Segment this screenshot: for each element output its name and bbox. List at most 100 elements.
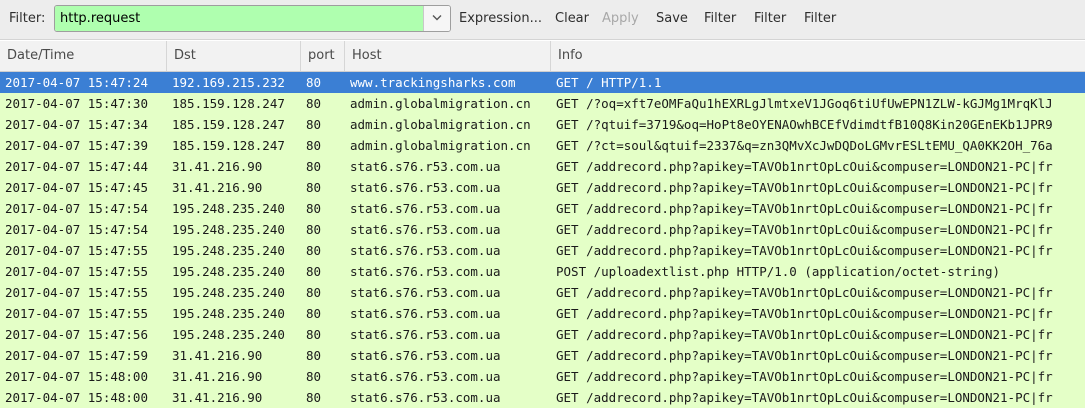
cell-dst: 195.248.235.240: [172, 243, 285, 258]
table-row[interactable]: 2017-04-07 15:47:55 195.248.235.240 80 stat…: [0, 282, 1085, 303]
table-row[interactable]: 2017-04-07 15:47:55 195.248.235.240 80 stat…: [0, 240, 1085, 261]
table-row[interactable]: 2017-04-07 15:47:45 31.41.216.90 80 stat6.s…: [0, 177, 1085, 198]
display-filter-toolbar: Filter: Expression... Clear Apply Save F…: [0, 0, 1085, 40]
column-header-host[interactable]: Host: [345, 41, 551, 71]
cell-dst: 195.248.235.240: [172, 285, 285, 300]
cell-port: 80: [306, 243, 322, 258]
cell-info: GET /addrecord.php?apikey=TAVOb1nrtOpLcO…: [556, 159, 1053, 174]
cell-port: 80: [306, 306, 322, 321]
cell-dst: 195.248.235.240: [172, 264, 285, 279]
cell-host: stat6.s76.r53.com.ua: [350, 369, 501, 384]
cell-host: stat6.s76.r53.com.ua: [350, 327, 501, 342]
table-row[interactable]: 2017-04-07 15:47:54 195.248.235.240 80 stat…: [0, 219, 1085, 240]
cell-info: GET /addrecord.php?apikey=TAVOb1nrtOpLcO…: [556, 327, 1053, 342]
filter-history-dropdown[interactable]: [423, 6, 450, 31]
filter-button-1[interactable]: Filter: [704, 11, 736, 26]
column-header-info[interactable]: Info: [551, 41, 1085, 71]
table-row[interactable]: 2017-04-07 15:47:55 195.248.235.240 80 stat…: [0, 261, 1085, 282]
display-filter-input[interactable]: [55, 6, 423, 31]
cell-info: GET /addrecord.php?apikey=TAVOb1nrtOpLcO…: [556, 369, 1053, 384]
cell-info: GET /?oq=xft7eOMFaQu1hEXRLgJlmtxeV1JGoq6…: [556, 96, 1053, 111]
cell-datetime: 2017-04-07 15:47:39: [5, 138, 148, 153]
table-row[interactable]: 2017-04-07 15:48:00 31.41.216.90 80 stat6.s…: [0, 366, 1085, 387]
packet-list-header: Date/Time Dst port Host Info: [0, 41, 1085, 72]
table-row[interactable]: 2017-04-07 15:47:55 195.248.235.240 80 stat…: [0, 303, 1085, 324]
cell-info: GET /addrecord.php?apikey=TAVOb1nrtOpLcO…: [556, 243, 1053, 258]
cell-dst: 195.248.235.240: [172, 222, 285, 237]
filter-button-2[interactable]: Filter: [754, 11, 786, 26]
cell-port: 80: [306, 264, 322, 279]
cell-dst: 185.159.128.247: [172, 117, 285, 132]
cell-info: GET /addrecord.php?apikey=TAVOb1nrtOpLcO…: [556, 180, 1053, 195]
cell-datetime: 2017-04-07 15:47:24: [5, 75, 148, 90]
cell-dst: 31.41.216.90: [172, 369, 263, 384]
cell-host: stat6.s76.r53.com.ua: [350, 201, 501, 216]
chevron-down-icon: [432, 15, 442, 21]
clear-button[interactable]: Clear: [555, 11, 589, 26]
cell-datetime: 2017-04-07 15:47:54: [5, 201, 148, 216]
table-row[interactable]: 2017-04-07 15:47:54 195.248.235.240 80 stat…: [0, 198, 1085, 219]
table-row[interactable]: 2017-04-07 15:47:39 185.159.128.247 80 admi…: [0, 135, 1085, 156]
cell-port: 80: [306, 117, 322, 132]
table-row[interactable]: 2017-04-07 15:47:59 31.41.216.90 80 stat6.s…: [0, 345, 1085, 366]
cell-port: 80: [306, 201, 322, 216]
cell-datetime: 2017-04-07 15:47:55: [5, 306, 148, 321]
table-row[interactable]: 2017-04-07 15:47:44 31.41.216.90 80 stat6.s…: [0, 156, 1085, 177]
column-header-datetime[interactable]: Date/Time: [0, 41, 167, 71]
cell-host: stat6.s76.r53.com.ua: [350, 180, 501, 195]
cell-info: GET /addrecord.php?apikey=TAVOb1nrtOpLcO…: [556, 306, 1053, 321]
cell-port: 80: [306, 96, 322, 111]
cell-info: GET /addrecord.php?apikey=TAVOb1nrtOpLcO…: [556, 222, 1053, 237]
cell-dst: 195.248.235.240: [172, 306, 285, 321]
filter-button-3[interactable]: Filter: [804, 11, 836, 26]
cell-port: 80: [306, 75, 322, 90]
cell-info: GET /?ct=soul&qtuif=2337&q=zn3QMvXcJwDQD…: [556, 138, 1053, 153]
cell-host: www.trackingsharks.com: [350, 75, 516, 90]
table-row[interactable]: 2017-04-07 15:47:56 195.248.235.240 80 stat…: [0, 324, 1085, 345]
table-row-selected[interactable]: 2017-04-07 15:47:24 192.169.215.232 80 www.…: [0, 72, 1085, 93]
expression-button[interactable]: Expression...: [459, 11, 542, 26]
cell-port: 80: [306, 369, 322, 384]
cell-port: 80: [306, 159, 322, 174]
cell-host: stat6.s76.r53.com.ua: [350, 306, 501, 321]
cell-port: 80: [306, 222, 322, 237]
cell-datetime: 2017-04-07 15:47:44: [5, 159, 148, 174]
column-header-dst[interactable]: Dst: [167, 41, 301, 71]
table-row[interactable]: 2017-04-07 15:48:00 31.41.216.90 80 stat6.s…: [0, 387, 1085, 408]
cell-dst: 31.41.216.90: [172, 390, 263, 405]
cell-datetime: 2017-04-07 15:47:55: [5, 264, 148, 279]
cell-host: admin.globalmigration.cn: [350, 96, 531, 111]
cell-datetime: 2017-04-07 15:47:54: [5, 222, 148, 237]
cell-dst: 185.159.128.247: [172, 96, 285, 111]
cell-host: stat6.s76.r53.com.ua: [350, 264, 501, 279]
cell-host: stat6.s76.r53.com.ua: [350, 243, 501, 258]
cell-dst: 31.41.216.90: [172, 180, 263, 195]
cell-datetime: 2017-04-07 15:47:34: [5, 117, 148, 132]
cell-datetime: 2017-04-07 15:47:45: [5, 180, 148, 195]
table-row[interactable]: 2017-04-07 15:47:34 185.159.128.247 80 admi…: [0, 114, 1085, 135]
cell-info: GET / HTTP/1.1: [556, 75, 662, 90]
cell-host: stat6.s76.r53.com.ua: [350, 348, 501, 363]
cell-port: 80: [306, 348, 322, 363]
display-filter-field[interactable]: [54, 5, 451, 32]
cell-port: 80: [306, 327, 322, 342]
cell-port: 80: [306, 138, 322, 153]
cell-host: stat6.s76.r53.com.ua: [350, 390, 501, 405]
cell-host: admin.globalmigration.cn: [350, 117, 531, 132]
cell-datetime: 2017-04-07 15:47:55: [5, 243, 148, 258]
cell-dst: 195.248.235.240: [172, 201, 285, 216]
cell-port: 80: [306, 180, 322, 195]
cell-datetime: 2017-04-07 15:47:59: [5, 348, 148, 363]
cell-host: stat6.s76.r53.com.ua: [350, 222, 501, 237]
cell-dst: 31.41.216.90: [172, 348, 263, 363]
column-header-port[interactable]: port: [301, 41, 345, 71]
cell-host: admin.globalmigration.cn: [350, 138, 531, 153]
cell-datetime: 2017-04-07 15:47:56: [5, 327, 148, 342]
save-button[interactable]: Save: [656, 11, 688, 26]
cell-dst: 195.248.235.240: [172, 327, 285, 342]
cell-port: 80: [306, 285, 322, 300]
apply-button[interactable]: Apply: [602, 11, 639, 26]
cell-info: GET /addrecord.php?apikey=TAVOb1nrtOpLcO…: [556, 285, 1053, 300]
table-row[interactable]: 2017-04-07 15:47:30 185.159.128.247 80 admi…: [0, 93, 1085, 114]
cell-port: 80: [306, 390, 322, 405]
